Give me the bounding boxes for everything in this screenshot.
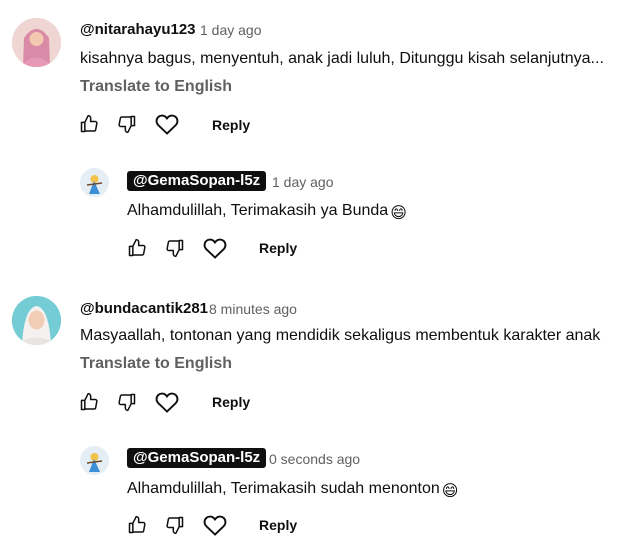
comment-timestamp[interactable]: 1 day ago <box>200 22 262 38</box>
comment-author[interactable]: @nitarahayu123 <box>80 21 196 38</box>
comment-timestamp[interactable]: 1 day ago <box>272 174 334 190</box>
reply-button[interactable]: Reply <box>212 117 250 133</box>
dislike-icon[interactable] <box>165 238 185 258</box>
dislike-icon[interactable] <box>165 515 185 535</box>
like-icon[interactable] <box>79 392 99 412</box>
reply-text-content: Alhamdulillah, Terimakasih ya Bunda <box>127 202 389 219</box>
heart-icon[interactable] <box>203 237 227 259</box>
comment-text: Masyaallah, tontonan yang mendidik sekal… <box>80 327 601 344</box>
like-icon[interactable] <box>127 238 147 258</box>
reply-text: Alhamdulillah, Terimakasih sudah menonto… <box>127 480 458 501</box>
avatar[interactable] <box>80 168 109 197</box>
reply-text-content: Alhamdulillah, Terimakasih sudah menonto… <box>127 480 440 497</box>
comment-author[interactable]: @bundacantik281 <box>80 300 208 317</box>
translate-button[interactable]: Translate to English <box>80 355 232 373</box>
translate-button[interactable]: Translate to English <box>80 78 232 96</box>
author-badge[interactable]: @GemaSopan-l5z <box>127 171 267 191</box>
comment-text: kisahnya bagus, menyentuh, anak jadi lul… <box>80 50 604 67</box>
like-icon[interactable] <box>79 114 99 134</box>
avatar[interactable] <box>12 18 61 67</box>
reply-button[interactable]: Reply <box>212 394 250 410</box>
reply-button[interactable]: Reply <box>259 240 297 256</box>
comment-timestamp[interactable]: 8 minutes ago <box>209 301 297 317</box>
author-badge[interactable]: @GemaSopan-l5z <box>127 448 267 468</box>
like-icon[interactable] <box>127 515 147 535</box>
heart-icon[interactable] <box>203 514 227 536</box>
reply-text: Alhamdulillah, Terimakasih ya Bunda 😄 <box>127 202 407 223</box>
grinning-emoji-icon: 😄 <box>441 483 459 500</box>
heart-icon[interactable] <box>155 113 179 135</box>
heart-icon[interactable] <box>155 391 179 413</box>
reply-button[interactable]: Reply <box>259 517 297 533</box>
comment-timestamp[interactable]: 0 seconds ago <box>269 451 360 467</box>
avatar[interactable] <box>12 296 61 345</box>
dislike-icon[interactable] <box>117 392 137 412</box>
avatar[interactable] <box>80 446 109 475</box>
dislike-icon[interactable] <box>117 114 137 134</box>
grinning-emoji-icon: 😄 <box>390 205 407 222</box>
